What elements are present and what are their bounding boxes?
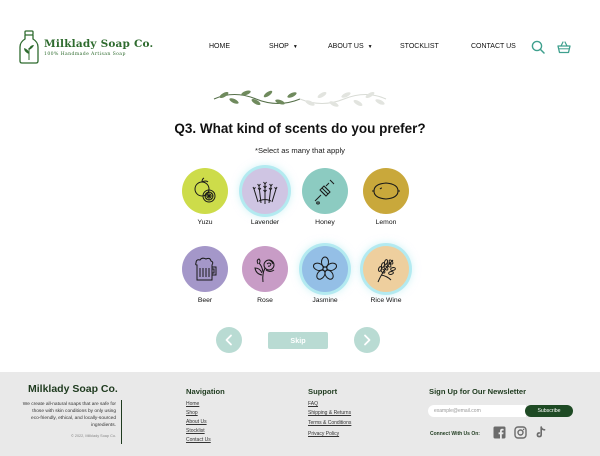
footer-link-privacy[interactable]: Privacy Policy	[308, 431, 339, 437]
honey-dipper-icon	[314, 179, 335, 205]
scent-label: Jasmine	[312, 297, 338, 304]
scent-circle	[182, 246, 228, 292]
rose-icon	[254, 258, 275, 283]
scent-option-lavender[interactable]: Lavender	[235, 168, 295, 226]
yuzu-icon	[194, 177, 216, 203]
footer-brand: Milklady Soap Co.	[28, 383, 118, 395]
footer-description: We create all-natural soaps that are saf…	[22, 402, 116, 428]
nav-shop[interactable]: SHOP ▼	[269, 43, 298, 50]
search-icon[interactable]	[531, 40, 545, 54]
footer-link-terms[interactable]: Terms & Conditions	[308, 420, 351, 426]
nav-about-label: ABOUT US	[328, 43, 364, 50]
beer-mug-icon	[195, 257, 217, 281]
connect-label: Connect With Us On:	[430, 431, 480, 437]
chevron-down-icon: ▼	[367, 43, 373, 50]
footer-link-about[interactable]: About Us	[186, 419, 207, 425]
footer-link-shop[interactable]: Shop	[186, 410, 198, 416]
instagram-icon[interactable]	[514, 426, 527, 439]
main-nav: HOME SHOP ▼ ABOUT US ▼ STOCKLIST CONTACT…	[0, 43, 600, 53]
site-header: Milklady Soap Co. 100% Handmade Artisan …	[0, 0, 600, 86]
scent-label: Yuzu	[197, 219, 213, 226]
lavender-icon	[252, 181, 278, 204]
nav-about[interactable]: ABOUT US ▼	[328, 43, 373, 50]
nav-shop-label: SHOP	[269, 43, 289, 50]
footer-nav-heading: Navigation	[186, 387, 225, 396]
scent-option-rice-wine[interactable]: Rice Wine	[356, 246, 416, 304]
footer-link-stocklist[interactable]: Stocklist	[186, 428, 205, 434]
scent-option-jasmine[interactable]: Jasmine	[295, 246, 355, 304]
next-button[interactable]	[354, 327, 380, 353]
chevron-down-icon: ▼	[292, 43, 298, 50]
scent-option-lemon[interactable]: Lemon	[356, 168, 416, 226]
footer-divider	[121, 400, 122, 444]
scent-option-rose[interactable]: Rose	[235, 246, 295, 304]
nav-home[interactable]: HOME	[209, 43, 230, 50]
scent-circle	[302, 168, 348, 214]
scent-label: Rice Wine	[370, 297, 402, 304]
nav-contact[interactable]: CONTACT US	[471, 43, 516, 50]
footer-link-shipping[interactable]: Shipping & Returns	[308, 410, 351, 416]
scent-label: Lavender	[250, 219, 280, 226]
scent-label: Lemon	[375, 219, 397, 226]
quiz-question: Q3. What kind of scents do you prefer?	[174, 121, 426, 136]
footer-copyright: © 2022, Milklady Soap Co.	[70, 434, 116, 438]
scent-option-yuzu[interactable]: Yuzu	[175, 168, 235, 226]
lemon-icon	[372, 182, 400, 200]
footer-link-faq[interactable]: FAQ	[308, 401, 318, 407]
footer-link-contact[interactable]: Contact Us	[186, 437, 211, 443]
subscribe-button[interactable]: Subscribe	[525, 405, 573, 417]
scent-circle	[242, 246, 288, 292]
footer-link-home[interactable]: Home	[186, 401, 199, 407]
chevron-left-icon	[225, 334, 232, 346]
quiz-instruction: *Select as many that apply	[255, 146, 345, 155]
scent-option-honey[interactable]: Honey	[295, 168, 355, 226]
scent-label: Rose	[257, 297, 273, 304]
chevron-right-icon	[364, 334, 371, 346]
scent-circle	[363, 168, 409, 214]
tiktok-icon[interactable]	[534, 426, 547, 439]
scent-label: Beer	[197, 297, 213, 304]
footer-support-heading: Support	[308, 387, 338, 396]
basket-icon[interactable]	[557, 40, 571, 54]
vine-progress-divider	[213, 90, 387, 107]
skip-button[interactable]: Skip	[268, 332, 328, 349]
newsletter-email-input[interactable]	[428, 405, 526, 417]
nav-stocklist[interactable]: STOCKLIST	[400, 43, 439, 50]
scent-circle	[242, 168, 288, 214]
rice-stalk-icon	[377, 259, 396, 283]
scent-label: Honey	[315, 219, 335, 226]
scent-circle	[302, 246, 348, 292]
previous-button[interactable]	[216, 327, 242, 353]
footer-newsletter-heading: Sign Up for Our Newsletter	[429, 387, 527, 396]
facebook-icon[interactable]	[493, 426, 506, 439]
scent-circle	[363, 246, 409, 292]
jasmine-flower-icon	[312, 256, 338, 280]
scent-circle	[182, 168, 228, 214]
scent-option-beer[interactable]: Beer	[175, 246, 235, 304]
